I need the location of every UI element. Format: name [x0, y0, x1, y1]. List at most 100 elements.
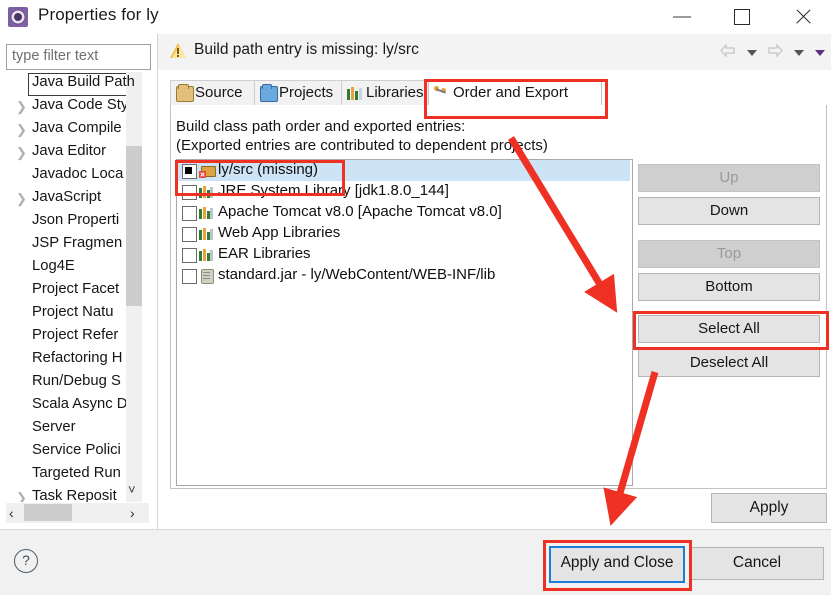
properties-gear-icon: [8, 7, 28, 27]
tab-order-and-export[interactable]: Order and Export: [428, 80, 602, 108]
close-button[interactable]: [780, 0, 826, 31]
classpath-entry-list[interactable]: ly/src (missing) JRE System Library [jdk…: [176, 159, 633, 486]
entry-checkbox[interactable]: [182, 206, 197, 221]
search-input[interactable]: type filter text: [6, 44, 151, 70]
chevron-right-icon: ❯: [16, 490, 27, 502]
properties-dialog: Properties for ly type filter text Java …: [0, 0, 831, 595]
entry-checkbox[interactable]: [182, 185, 197, 200]
message-text: Build path entry is missing: ly/src: [194, 41, 419, 58]
library-icon: [199, 205, 215, 220]
forward-arrow-icon[interactable]: [767, 43, 783, 61]
content-subheading: (Exported entries are contributed to dep…: [176, 137, 548, 154]
sidebar-item-label: Project Natu: [32, 304, 114, 320]
entry-checkbox[interactable]: [182, 248, 197, 263]
apply-and-close-button[interactable]: Apply and Close: [549, 546, 685, 583]
list-item-label: ly/src (missing): [218, 161, 318, 178]
list-item[interactable]: standard.jar - ly/WebContent/WEB-INF/lib: [177, 265, 630, 286]
sidebar-item-label: Java Compile: [32, 120, 122, 136]
list-item[interactable]: JRE System Library [jdk1.8.0_144]: [177, 181, 630, 202]
move-up-button[interactable]: Up: [638, 164, 820, 192]
nav-toolbar: [714, 43, 825, 62]
tab-label: Order and Export: [453, 84, 569, 101]
library-icon: [199, 247, 215, 262]
list-item-label: EAR Libraries: [218, 245, 311, 262]
list-item-label: Web App Libraries: [218, 224, 341, 241]
list-item[interactable]: Web App Libraries: [177, 223, 630, 244]
order-export-icon: [434, 86, 450, 100]
title-bar: Properties for ly: [0, 0, 831, 34]
entry-checkbox[interactable]: [182, 164, 197, 179]
chevron-right-icon: ❯: [16, 99, 27, 114]
sidebar-item-label: Service Polici: [32, 442, 121, 458]
tab-label: Source: [195, 84, 243, 101]
tree-horizontal-scroll-thumb[interactable]: [24, 504, 72, 521]
tab-label: Libraries: [366, 84, 424, 101]
deselect-all-button[interactable]: Deselect All: [638, 349, 820, 377]
tab-label: Projects: [279, 84, 334, 101]
sidebar-item-label: Java Build Path: [32, 74, 135, 90]
list-item-label: standard.jar - ly/WebContent/WEB-INF/lib: [218, 266, 496, 283]
chevron-right-icon: ❯: [16, 145, 27, 160]
chevron-right-icon: ❯: [16, 191, 27, 206]
sidebar-item-label: Targeted Run: [32, 465, 121, 481]
maximize-button[interactable]: [720, 0, 766, 31]
move-top-button[interactable]: Top: [638, 240, 820, 268]
panel-divider: [157, 34, 158, 529]
scroll-down-icon[interactable]: ˅: [128, 482, 140, 497]
apply-button[interactable]: Apply: [711, 493, 827, 523]
view-menu-chevron-down-icon[interactable]: [815, 49, 825, 56]
tree-vertical-scroll-thumb[interactable]: [126, 146, 142, 306]
library-icon: [199, 184, 215, 199]
libraries-books-icon: [347, 86, 363, 100]
tab-libraries[interactable]: Libraries: [341, 80, 430, 107]
back-arrow-icon[interactable]: [720, 43, 736, 61]
sidebar-item-label: Java Editor: [32, 143, 107, 159]
sidebar-item-label: Project Refer: [32, 327, 119, 343]
back-chevron-down-icon[interactable]: [746, 49, 757, 56]
content-heading: Build class path order and exported entr…: [176, 118, 466, 135]
sidebar-item-label: Task Reposit: [32, 488, 117, 502]
tab-bar: Source Projects Libraries Order and Expo…: [170, 80, 825, 108]
sidebar-item-label: Server: [32, 419, 76, 435]
sidebar-item-label: JSP Fragmen: [32, 235, 123, 251]
forward-chevron-down-icon[interactable]: [793, 49, 804, 56]
list-item-label: JRE System Library [jdk1.8.0_144]: [218, 182, 449, 199]
sidebar-item-label: Run/Debug S: [32, 373, 121, 389]
move-down-button[interactable]: Down: [638, 197, 820, 225]
sidebar-item-label: Project Facet: [32, 281, 120, 297]
tab-source[interactable]: Source: [170, 80, 257, 107]
package-error-icon: [199, 163, 216, 178]
cancel-button[interactable]: Cancel: [690, 547, 824, 580]
library-icon: [199, 226, 215, 241]
warning-icon: [170, 43, 187, 59]
sidebar-item-label: Refactoring H: [32, 350, 123, 366]
window-title: Properties for ly: [38, 5, 159, 24]
help-icon[interactable]: ?: [14, 549, 38, 573]
jar-icon: [199, 268, 215, 284]
minimize-icon: [673, 16, 691, 18]
scroll-right-icon[interactable]: ›: [130, 505, 135, 521]
sidebar-item-label: Javadoc Loca: [32, 166, 124, 182]
scroll-left-icon[interactable]: ‹: [9, 505, 14, 521]
list-item-label: Apache Tomcat v8.0 [Apache Tomcat v8.0]: [218, 203, 502, 220]
entry-checkbox[interactable]: [182, 227, 197, 242]
entry-checkbox[interactable]: [182, 269, 197, 284]
select-all-button[interactable]: Select All: [638, 315, 820, 343]
sidebar-item-label: Log4E: [32, 258, 75, 274]
sidebar-item-label: JavaScript: [32, 189, 102, 205]
source-folder-icon: [176, 84, 194, 102]
sidebar-item-label: Scala Async D: [32, 396, 128, 412]
minimize-button[interactable]: [660, 0, 706, 31]
move-bottom-button[interactable]: Bottom: [638, 273, 820, 301]
maximize-icon: [734, 9, 750, 25]
close-icon: [794, 9, 810, 25]
search-input-placeholder: type filter text: [12, 48, 99, 64]
list-item[interactable]: EAR Libraries: [177, 244, 630, 265]
tab-projects[interactable]: Projects: [254, 80, 344, 107]
list-item[interactable]: ly/src (missing): [177, 160, 630, 181]
sidebar-item-label: Java Code Sty: [32, 97, 129, 113]
list-item[interactable]: Apache Tomcat v8.0 [Apache Tomcat v8.0]: [177, 202, 630, 223]
projects-folder-icon: [260, 84, 278, 102]
sidebar-item-label: Json Properti: [32, 212, 120, 228]
chevron-right-icon: ❯: [16, 122, 27, 137]
